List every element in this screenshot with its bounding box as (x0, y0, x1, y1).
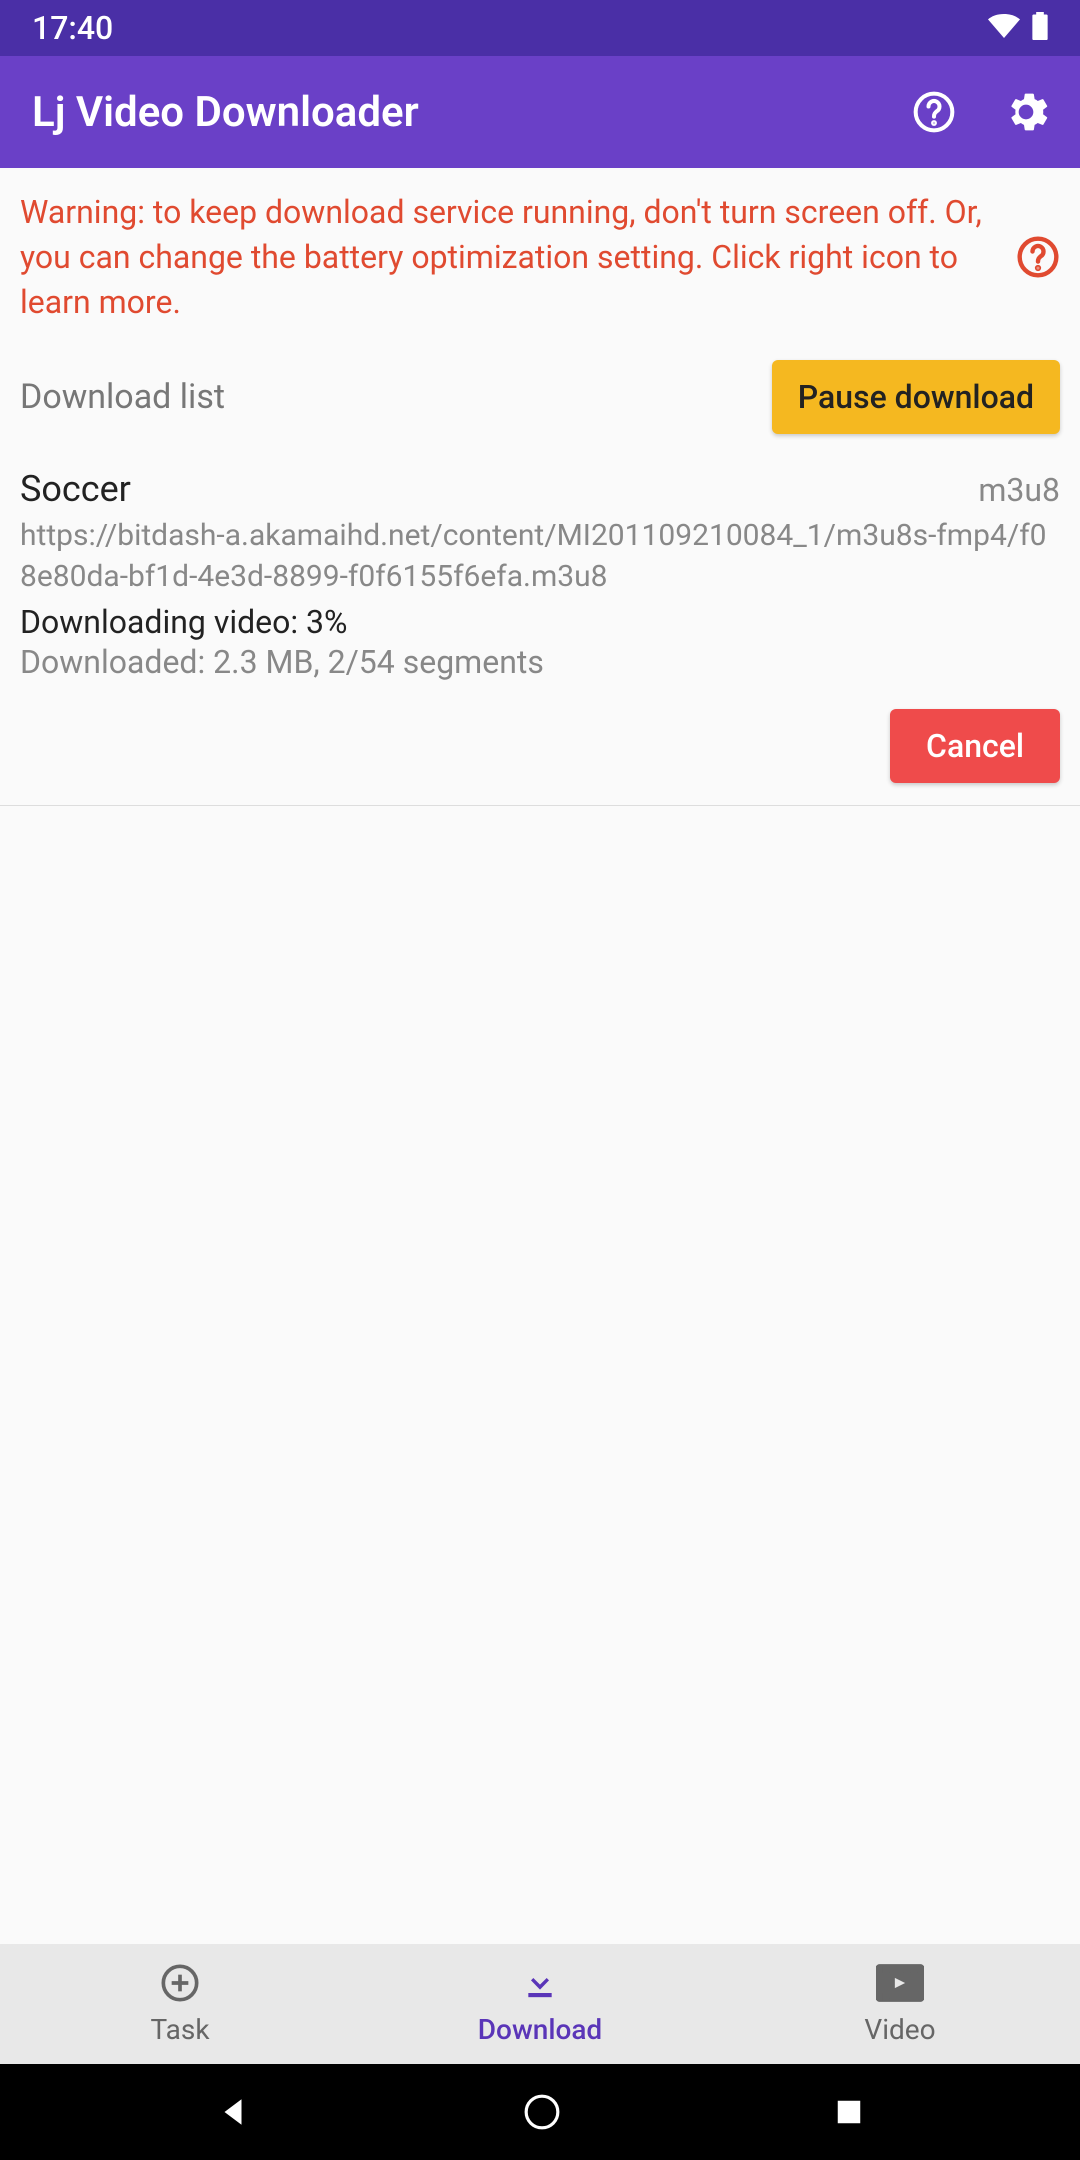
warning-section: Warning: to keep download service runnin… (0, 168, 1080, 346)
nav-video-label: Video (864, 2013, 935, 2046)
battery-icon (1032, 12, 1048, 44)
content-area (0, 806, 1080, 1944)
back-button[interactable] (216, 2095, 250, 2129)
nav-task-label: Task (150, 2013, 209, 2046)
recents-button[interactable] (834, 2097, 864, 2127)
list-title: Download list (20, 377, 225, 417)
settings-icon[interactable] (1004, 90, 1048, 134)
app-title: Lj Video Downloader (32, 88, 912, 137)
status-icons (988, 12, 1048, 44)
nav-task[interactable]: Task (0, 1944, 360, 2064)
nav-download-label: Download (478, 2013, 602, 2046)
download-title: Soccer (20, 468, 131, 510)
download-item[interactable]: Soccer m3u8 https://bitdash-a.akamaihd.n… (0, 448, 1080, 806)
app-bar: Lj Video Downloader (0, 56, 1080, 168)
warning-help-icon[interactable] (1016, 235, 1060, 279)
status-bar: 17:40 (0, 0, 1080, 56)
home-button[interactable] (523, 2093, 561, 2131)
wifi-icon (988, 14, 1020, 42)
list-header: Download list Pause download (0, 346, 1080, 448)
bottom-nav: Task Download Video (0, 1944, 1080, 2064)
help-icon[interactable] (912, 90, 956, 134)
download-progress: Downloading video: 3% (20, 603, 1060, 641)
pause-download-button[interactable]: Pause download (772, 360, 1060, 434)
nav-download[interactable]: Download (360, 1944, 720, 2064)
download-icon (520, 1963, 560, 2007)
system-nav (0, 2064, 1080, 2160)
video-icon (876, 1963, 924, 2007)
download-stats: Downloaded: 2.3 MB, 2/54 segments (20, 643, 1060, 681)
warning-text: Warning: to keep download service runnin… (20, 190, 1000, 324)
download-format: m3u8 (978, 471, 1060, 509)
cancel-button[interactable]: Cancel (890, 709, 1060, 783)
status-time: 17:40 (32, 9, 113, 47)
nav-video[interactable]: Video (720, 1944, 1080, 2064)
download-url: https://bitdash-a.akamaihd.net/content/M… (20, 516, 1060, 597)
add-circle-icon (160, 1963, 200, 2007)
